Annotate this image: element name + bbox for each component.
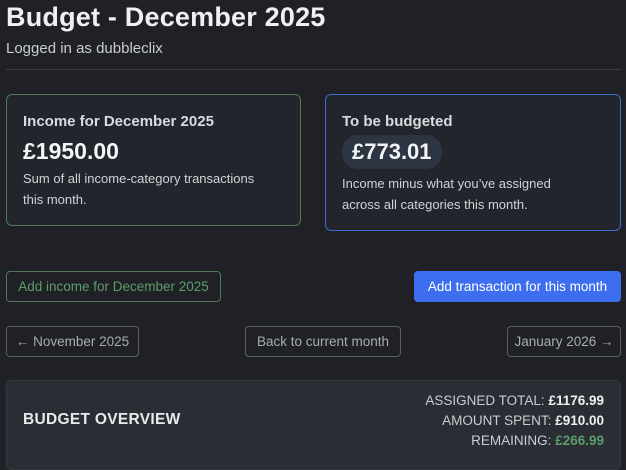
to-be-budgeted-description-line: Income minus what you’ve assigned xyxy=(342,176,551,191)
to-be-budgeted-label: To be budgeted xyxy=(342,113,453,130)
budget-overview-title: BUDGET OVERVIEW xyxy=(23,411,181,428)
to-be-budgeted-description-line: across all categories this month. xyxy=(342,197,528,212)
assigned-total-value: £1176.99 xyxy=(548,393,604,408)
income-card-label: Income for December 2025 xyxy=(23,113,214,130)
income-card-description-line: Sum of all income-category transactions xyxy=(23,171,255,186)
amount-spent: AMOUNT SPENT: £910.00 xyxy=(442,413,604,428)
budget-overview-panel: BUDGET OVERVIEW ASSIGNED TOTAL: £1176.99… xyxy=(6,380,621,470)
remaining-label: REMAINING: xyxy=(471,433,552,448)
amount-spent-value: £910.00 xyxy=(555,413,604,428)
logged-in-user: Logged in as dubbleclix xyxy=(6,40,163,57)
income-card-description: Sum of all income-category transactions … xyxy=(23,168,254,210)
next-month-button[interactable]: January 2026 → xyxy=(507,326,621,357)
remaining-value: £266.99 xyxy=(555,433,604,448)
assigned-total: ASSIGNED TOTAL: £1176.99 xyxy=(425,393,604,408)
to-be-budgeted-description: Income minus what you’ve assigned across… xyxy=(342,173,551,215)
income-card-value: £1950.00 xyxy=(23,138,119,164)
current-month-button[interactable]: Back to current month xyxy=(245,326,401,357)
amount-spent-label: AMOUNT SPENT: xyxy=(442,413,552,428)
remaining: REMAINING: £266.99 xyxy=(471,433,604,448)
header-divider xyxy=(6,69,621,70)
income-card-description-line: this month. xyxy=(23,192,87,207)
to-be-budgeted-card: To be budgeted £773.01 Income minus what… xyxy=(325,94,621,231)
add-transaction-button[interactable]: Add transaction for this month xyxy=(414,271,621,302)
assigned-total-label: ASSIGNED TOTAL: xyxy=(425,393,545,408)
add-income-button[interactable]: Add income for December 2025 xyxy=(6,271,221,302)
to-be-budgeted-value: £773.01 xyxy=(342,135,442,169)
page-title: Budget - December 2025 xyxy=(6,2,326,32)
previous-month-button[interactable]: ← November 2025 xyxy=(6,326,139,357)
income-card: Income for December 2025 £1950.00 Sum of… xyxy=(6,94,301,226)
